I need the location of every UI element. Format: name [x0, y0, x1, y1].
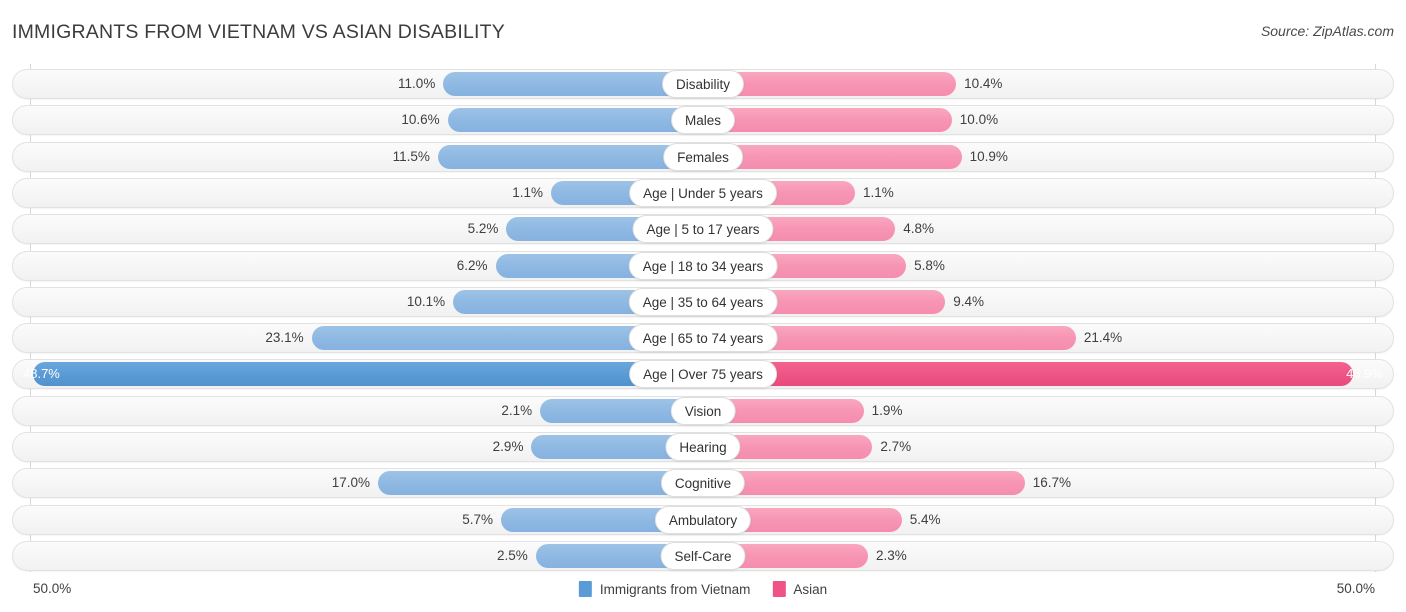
bar-value-right: 10.4% [964, 76, 1003, 91]
legend-label: Asian [793, 581, 828, 597]
bar-value-right: 10.9% [969, 148, 1008, 164]
bar-value-right: 2.3% [876, 547, 907, 563]
axis-label-right: 50.0% [1336, 581, 1375, 596]
category-label[interactable]: Ambulatory [654, 505, 752, 534]
category-label[interactable]: Age | 35 to 64 years [628, 287, 778, 316]
bar-right [703, 362, 1354, 387]
bar-value-left: 11.0% [398, 76, 436, 91]
category-label[interactable]: Self-Care [660, 541, 746, 570]
category-label[interactable]: Age | Under 5 years [629, 178, 777, 207]
legend-item[interactable]: Asian [772, 581, 827, 597]
bar-value-left: 48.7% [23, 366, 60, 382]
chart-row[interactable]: 11.0% 10.4% Disability [12, 69, 1394, 99]
bar-value-left: 23.1% [265, 330, 304, 346]
source-attribution: Source: ZipAtlas.com [1260, 23, 1394, 39]
category-label[interactable]: Cognitive [660, 469, 746, 498]
category-label[interactable]: Age | 65 to 74 years [628, 324, 778, 353]
category-label[interactable]: Age | Over 75 years [629, 360, 777, 389]
bar-left [447, 108, 703, 133]
bar-value-right: 10.0% [959, 112, 999, 128]
legend-swatch-icon [772, 581, 786, 597]
category-label[interactable]: Females [663, 142, 743, 171]
bar-left [33, 362, 703, 387]
chart-container: IMMIGRANTS FROM VIETNAM VS ASIAN DISABIL… [0, 0, 1406, 612]
chart-row[interactable]: 10.1% 9.4% Age | 35 to 64 years [12, 286, 1394, 317]
bar-value-left: 2.5% [497, 547, 528, 563]
category-label[interactable]: Hearing [665, 433, 741, 461]
chart-row[interactable]: 2.5% 2.3% Self-Care [12, 540, 1394, 571]
bar-right [703, 471, 1025, 496]
page-title: IMMIGRANTS FROM VIETNAM VS ASIAN DISABIL… [12, 21, 505, 43]
chart-row[interactable]: 17.0% 16.7% Cognitive [12, 468, 1394, 499]
bar-value-left: 2.9% [492, 439, 524, 454]
legend-label: Immigrants from Vietnam [599, 581, 751, 597]
legend-swatch-icon [578, 581, 592, 597]
chart-row[interactable]: 2.1% 1.9% Vision [12, 395, 1394, 426]
category-label[interactable]: Males [670, 106, 736, 135]
chart-row[interactable]: 48.7% 46.9% Age | Over 75 years [12, 359, 1394, 390]
bar-value-left: 11.5% [392, 148, 430, 164]
chart-row[interactable]: 23.1% 21.4% Age | 65 to 74 years [12, 323, 1394, 354]
category-label[interactable]: Age | 18 to 34 years [628, 251, 778, 280]
chart-row[interactable]: 11.5% 10.9% Females [12, 141, 1394, 172]
category-label[interactable]: Age | 5 to 17 years [632, 215, 774, 244]
bar-value-right: 46.9% [1346, 366, 1383, 382]
bar-value-right: 16.7% [1032, 475, 1071, 491]
category-label[interactable]: Disability [661, 70, 745, 98]
chart-legend: Immigrants from Vietnam Asian [578, 576, 827, 602]
bar-value-left: 2.1% [501, 402, 533, 418]
bar-value-right: 1.1% [862, 184, 894, 200]
chart-row[interactable]: 5.7% 5.4% Ambulatory [12, 504, 1394, 535]
bar-value-left: 5.2% [467, 221, 499, 237]
bar-value-right: 4.8% [903, 221, 934, 237]
legend-item[interactable]: Immigrants from Vietnam [578, 581, 751, 597]
bar-value-right: 1.9% [871, 402, 903, 418]
bar-right [703, 108, 952, 133]
bar-value-left: 1.1% [512, 184, 544, 200]
chart-footer: 50.0% 50.0% Immigrants from Vietnam Asian [0, 576, 1406, 602]
chart-row[interactable]: 10.6% 10.0% Males [12, 105, 1394, 136]
bar-value-right: 5.8% [914, 257, 945, 273]
bar-value-left: 10.6% [401, 112, 440, 128]
bar-value-right: 21.4% [1083, 330, 1123, 346]
chart-row[interactable]: 6.2% 5.8% Age | 18 to 34 years [12, 250, 1394, 281]
bar-value-left: 6.2% [456, 257, 488, 273]
chart-row[interactable]: 2.9% 2.7% Hearing [12, 432, 1394, 462]
bar-value-left: 17.0% [331, 475, 371, 491]
chart-header: IMMIGRANTS FROM VIETNAM VS ASIAN DISABIL… [0, 0, 1406, 60]
bar-value-right: 9.4% [953, 293, 985, 309]
plot-area: 11.0% 10.4% Disability 10.6% 10.0% Males 11.5%… [0, 64, 1406, 572]
bar-value-left: 5.7% [462, 511, 493, 527]
axis-label-left: 50.0% [33, 581, 72, 596]
bar-left [378, 471, 703, 496]
bar-value-left: 10.1% [406, 293, 446, 309]
category-label[interactable]: Vision [670, 396, 736, 425]
bar-value-right: 2.7% [880, 439, 912, 454]
chart-row[interactable]: 1.1% 1.1% Age | Under 5 years [12, 177, 1394, 208]
chart-row[interactable]: 5.2% 4.8% Age | 5 to 17 years [12, 214, 1394, 245]
bar-value-right: 5.4% [909, 511, 941, 527]
